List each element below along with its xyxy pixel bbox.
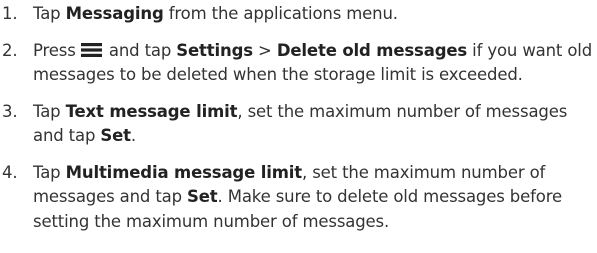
step-number: 4. bbox=[2, 162, 18, 182]
menu-icon bbox=[80, 42, 102, 57]
step-text: Tap Messaging from the applications menu… bbox=[33, 4, 398, 23]
step-2: 2. Press and tap Settings > Delete old m… bbox=[0, 39, 597, 88]
steps-list: 1. Tap Messaging from the applications m… bbox=[0, 2, 597, 234]
step-text: Tap Multimedia message limit, set the ma… bbox=[33, 162, 562, 231]
step-3: 3. Tap Text message limit, set the maxim… bbox=[0, 100, 597, 149]
app-name: Messaging bbox=[65, 4, 164, 23]
step-text: Tap Text message limit, set the maximum … bbox=[33, 101, 568, 146]
set-button-label: Set bbox=[187, 187, 218, 206]
set-button-label: Set bbox=[100, 126, 131, 145]
settings-menu-item: Settings bbox=[176, 40, 253, 60]
delete-old-messages-option: Delete old messages bbox=[276, 40, 468, 60]
step-4: 4. Tap Multimedia message limit, set the… bbox=[0, 161, 597, 235]
text-message-limit-option: Text message limit bbox=[65, 101, 238, 121]
step-number: 2. bbox=[2, 40, 18, 60]
step-text: Press and tap Settings > Delete old mess… bbox=[33, 40, 593, 85]
step-number: 3. bbox=[2, 101, 18, 121]
step-number: 1. bbox=[2, 4, 18, 23]
multimedia-message-limit-option: Multimedia message limit bbox=[65, 162, 303, 182]
step-1: 1. Tap Messaging from the applications m… bbox=[0, 2, 597, 27]
